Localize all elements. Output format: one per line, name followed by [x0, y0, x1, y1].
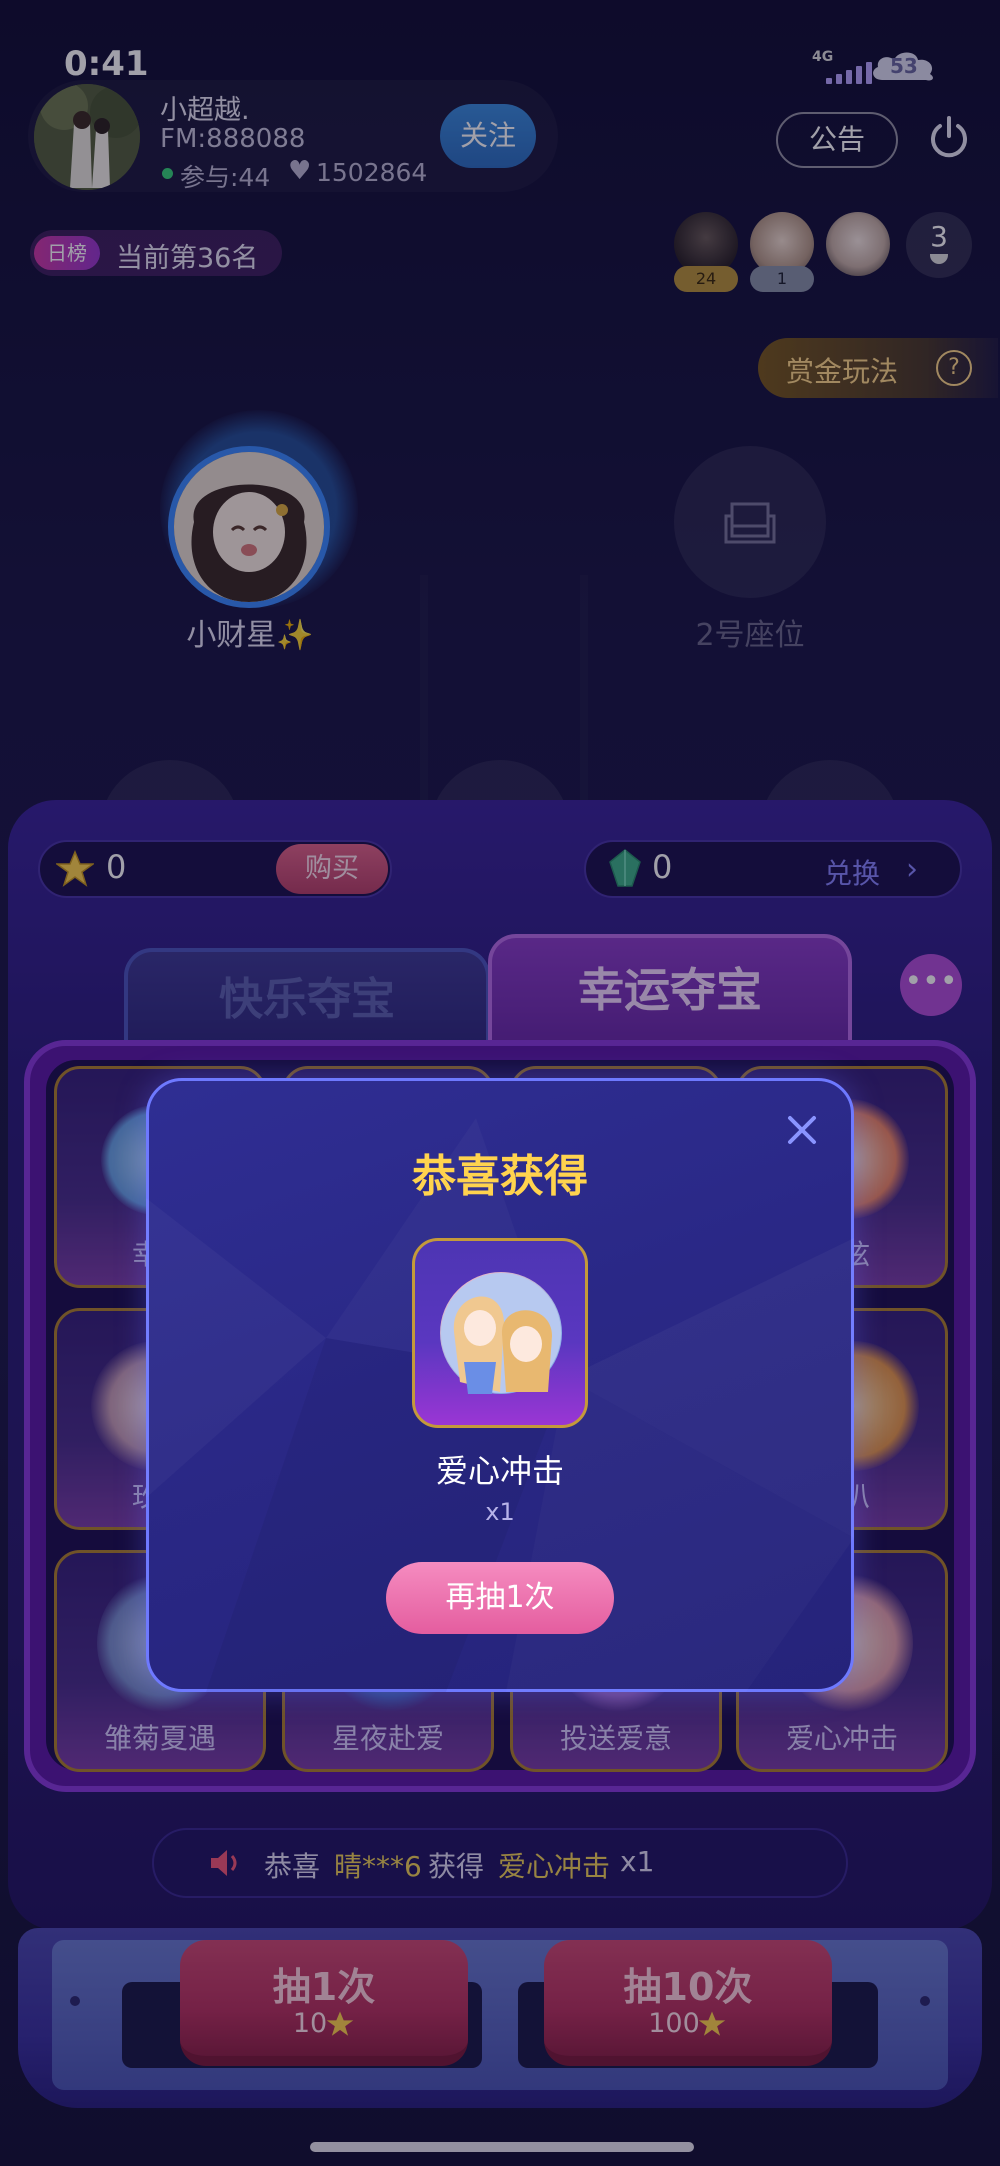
prize-name: 爱心冲击	[435, 1452, 564, 1490]
prize-image	[440, 1272, 562, 1394]
draw-again-button[interactable]: 再抽1次	[386, 1562, 614, 1634]
prize-quantity: x1	[485, 1498, 515, 1526]
modal-title: 恭喜获得	[412, 1151, 588, 1202]
close-icon[interactable]	[782, 1110, 822, 1150]
